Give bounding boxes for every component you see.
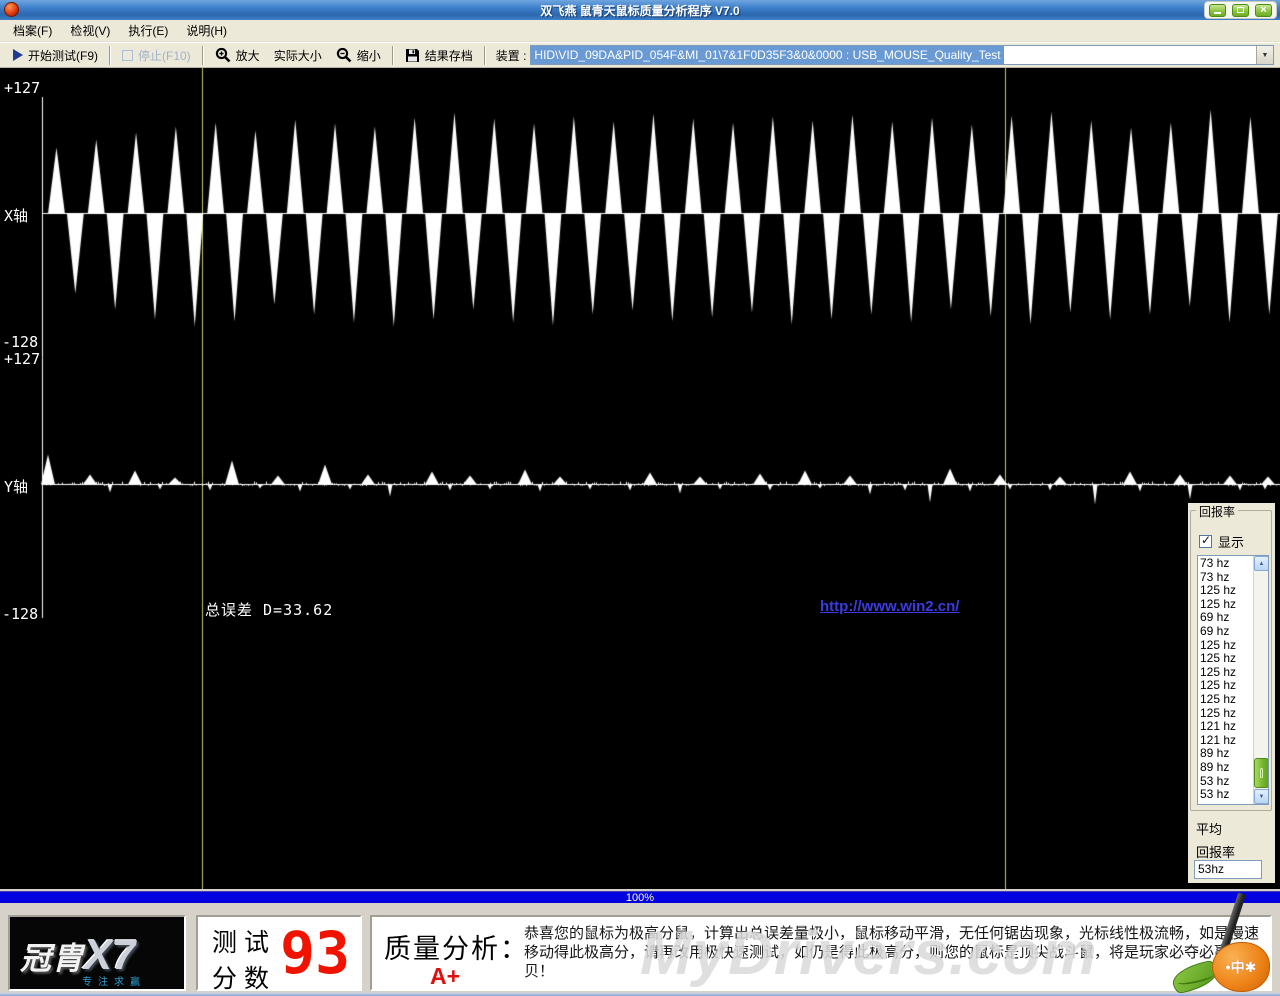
brand-slogan: 专注求赢 <box>82 977 146 988</box>
x-axis-max-label: +127 <box>4 79 41 97</box>
toolbar-separator <box>201 45 204 65</box>
minimize-icon <box>1214 11 1221 14</box>
progress-bar: 100% <box>0 891 1280 904</box>
rate-item[interactable]: 73 hz <box>1200 570 1252 585</box>
menu-bar: 档案(F) 检视(V) 执行(E) 说明(H) <box>0 20 1280 42</box>
test-score-box: 测试 分数 93 <box>196 915 362 993</box>
rate-item[interactable]: 73 hz <box>1200 556 1252 571</box>
rate-item[interactable]: 69 hz <box>1200 624 1252 639</box>
rate-item[interactable]: 89 hz <box>1200 747 1252 761</box>
rate-item[interactable]: 125 hz <box>1200 597 1252 612</box>
thumb-grip <box>1260 768 1263 778</box>
rate-item[interactable]: 125 hz <box>1200 679 1252 693</box>
report-rate-group-title: 回报率 <box>1196 503 1239 520</box>
zoom-in-button[interactable]: 放大 <box>208 45 267 66</box>
magnifier-minus-icon <box>336 47 352 63</box>
total-error-readout: 总误差 D=33.62 <box>205 601 334 619</box>
rate-item[interactable]: 121 hz <box>1200 733 1252 748</box>
rate-item[interactable]: 125 hz <box>1200 584 1252 598</box>
floppy-disk-icon <box>405 48 419 62</box>
quality-analysis-box: 质量分析： A+ 恭喜您的鼠标为极高分鼠，计算出总误差量极小，鼠标移动平滑，无任… <box>370 915 1272 991</box>
rate-item[interactable]: 89 hz <box>1200 760 1252 775</box>
stop-button[interactable]: 停止(F10) <box>115 45 198 66</box>
app-window: 双飞燕 鼠青天鼠标质量分析程序 V7.0 × 档案(F) 检视(V) 执行(E)… <box>0 0 1280 996</box>
toolbar: 开始测试(F9) 停止(F10) 放大 实际大小 缩小 结果存档 装置: HI… <box>0 42 1280 68</box>
device-label: 装置 : <box>495 48 527 63</box>
brand-logo-text: 冠胄 <box>20 941 84 976</box>
restore-icon <box>1237 7 1244 13</box>
toolbar-separator <box>109 45 111 65</box>
quality-analysis-label: 质量分析： <box>384 934 529 964</box>
rate-item[interactable]: 125 hz <box>1200 692 1252 707</box>
scroll-down-icon[interactable]: ▼ <box>1254 789 1268 804</box>
rate-item[interactable]: 125 hz <box>1200 652 1252 666</box>
menu-help[interactable]: 说明(H) <box>177 20 236 41</box>
rate-item[interactable]: 53 hz <box>1200 787 1252 802</box>
menu-view[interactable]: 检视(V) <box>61 20 119 41</box>
toolbar-separator <box>391 45 394 65</box>
brand-logo-box: 冠胄X7 专注求赢 <box>8 915 186 991</box>
rate-listbox[interactable]: 73 hz 73 hz 125 hz 125 hz 69 hz 69 hz 125 hz 12… <box>1197 555 1269 805</box>
check-icon: ✓ <box>1201 533 1212 547</box>
zoom-out-button[interactable]: 缩小 <box>329 45 388 66</box>
zoom-out-label: 缩小 <box>356 48 381 63</box>
brand-logo-x7: X7 <box>84 931 136 978</box>
zoom-in-label: 放大 <box>235 48 260 63</box>
save-results-button[interactable]: 结果存档 <box>398 45 480 66</box>
rate-item[interactable]: 125 hz <box>1200 665 1252 680</box>
save-results-label: 结果存档 <box>424 48 473 63</box>
waveform-canvas <box>0 68 1280 889</box>
magnifier-plus-icon <box>215 47 231 63</box>
rate-list: 73 hz 73 hz 125 hz 125 hz 69 hz 69 hz 125 hz 12… <box>1200 556 1252 802</box>
y-axis-min-label: -128 <box>2 605 39 623</box>
y-axis-max-label: +127 <box>4 350 41 368</box>
close-button[interactable]: × <box>1255 3 1272 17</box>
device-selected-value: HID\VID_09DA&PID_054F&MI_01\7&1F0D35F3&0… <box>531 46 1004 64</box>
score-label-line2: 分数 <box>212 965 277 993</box>
test-score-value: 93 <box>280 919 350 987</box>
toolbar-separator <box>483 45 486 65</box>
average-label-line2: 回报率 <box>1196 845 1236 860</box>
play-icon <box>13 49 23 61</box>
average-label-line1: 平均 <box>1196 822 1223 837</box>
rate-item[interactable]: 125 hz <box>1200 638 1252 653</box>
average-rate-field[interactable]: 53hz <box>1194 860 1262 879</box>
window-title: 双飞燕 鼠青天鼠标质量分析程序 V7.0 <box>540 4 740 18</box>
restore-button[interactable] <box>1232 3 1249 17</box>
close-icon: × <box>1260 3 1267 16</box>
stop-label: 停止(F10) <box>138 48 191 63</box>
scrollbar-thumb[interactable] <box>1254 758 1268 788</box>
show-checkbox[interactable]: ✓ <box>1199 533 1212 548</box>
scroll-up-icon[interactable]: ▲ <box>1254 556 1268 571</box>
rate-item[interactable]: 53 hz <box>1200 774 1252 789</box>
website-link[interactable]: http://www.win2.cn/ <box>820 598 959 615</box>
rate-list-scrollbar[interactable]: ▲ ▼ <box>1253 556 1268 804</box>
stop-icon <box>122 49 133 61</box>
actual-size-label: 实际大小 <box>273 48 322 63</box>
x-axis-title: X轴 <box>4 207 29 225</box>
menu-run[interactable]: 执行(E) <box>119 20 177 41</box>
chevron-down-icon[interactable]: ▼ <box>1256 46 1273 64</box>
rate-item[interactable]: 125 hz <box>1200 706 1252 721</box>
minimize-button[interactable] <box>1209 3 1226 17</box>
quality-grade: A+ <box>430 963 461 989</box>
score-label-line1: 测试 <box>212 929 277 957</box>
quality-analysis-text: 恭喜您的鼠标为极高分鼠，计算出总误差量极小，鼠标移动平滑，无任何锯齿现象，光标线… <box>524 925 1260 980</box>
report-rate-panel: 回报率 ✓ 显示 73 hz 73 hz 125 hz 125 hz 69 hz 69 h… <box>1188 503 1275 883</box>
window-controls: × <box>1204 1 1277 19</box>
start-test-label: 开始测试(F9) <box>28 48 98 63</box>
menu-file[interactable]: 档案(F) <box>4 20 61 41</box>
actual-size-button[interactable]: 实际大小 <box>267 45 329 66</box>
start-test-button[interactable]: 开始测试(F9) <box>6 45 105 66</box>
rate-item[interactable]: 69 hz <box>1200 611 1252 625</box>
y-axis-title: Y轴 <box>4 478 29 496</box>
x-axis-min-label: -128 <box>2 333 39 351</box>
show-checkbox-label: 显示 <box>1218 535 1245 550</box>
rate-item[interactable]: 121 hz <box>1200 720 1252 734</box>
title-bar: 双飞燕 鼠青天鼠标质量分析程序 V7.0 × <box>0 0 1280 20</box>
device-combobox[interactable]: HID\VID_09DA&PID_054F&MI_01\7&1F0D35F3&0… <box>530 45 1274 65</box>
result-panel: 冠胄X7 专注求赢 测试 分数 93 质量分析： A+ 恭喜您的鼠标为极高分鼠，… <box>0 903 1280 996</box>
report-rate-groupbox: 回报率 ✓ 显示 73 hz 73 hz 125 hz 125 hz 69 hz 69 h… <box>1190 503 1272 811</box>
